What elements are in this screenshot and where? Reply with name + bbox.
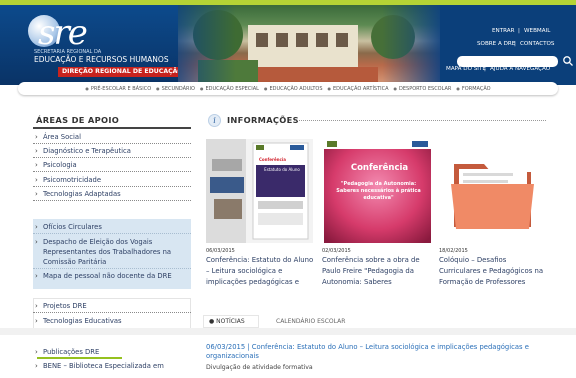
publicacoes-accent-bar [37,357,122,359]
tab-noticias-label: NOTÍCIAS [216,318,245,325]
news-link-1[interactable]: Conferência: Estatuto do Aluno – Leitura… [206,255,316,288]
logo-line2: DIREÇÃO REGIONAL DE EDUCAÇÃO [58,67,190,77]
sidebar-item-diagnostico[interactable]: Diagnóstico e Terapêutica [35,147,188,155]
mapa-site-link[interactable]: MAPA DO SITE [446,66,486,72]
news-image-3[interactable] [439,139,546,243]
sidebar-item-psicologia[interactable]: Psicologia [35,161,188,169]
nav-item-desporto-escolar[interactable]: DESPORTO ESCOLAR [394,86,451,92]
sidebar-item-label: Área Social [43,133,81,141]
links-separator: | [514,41,516,47]
oficios-circulares-link[interactable]: Ofícios Circulares [35,223,188,231]
sidebar-item-label: Psicologia [43,161,77,169]
main-nav: PRÉ-ESCOLAR E BÁSICO SECUNDÁRIO EDUCAÇÃO… [18,82,558,95]
links-separator: | [484,66,486,72]
sobre-dre-link[interactable]: SOBRE A DRE [477,41,515,47]
links-separator: | [518,28,520,34]
divider [33,143,191,144]
page: sre SECRETARIA REGIONAL DA EDUCAÇÃO E RE… [0,0,576,378]
news-image-2-subtitle: "Pedagogia da Autonomia: Saberes necessá… [336,181,421,201]
news-image-1-title: Conferência [259,157,286,162]
tabs-divider-strip [0,328,576,335]
logo[interactable]: sre SECRETARIA REGIONAL DA EDUCAÇÃO E RE… [0,5,190,85]
header-photo-overlay [178,5,440,85]
oficios-item-mapa-pessoal[interactable]: Mapa de pessoal não docente da DRE [35,272,188,280]
sidebar-item-psicomotricidade[interactable]: Psicomotricidade [35,176,188,184]
tab-calendario-escolar[interactable]: CALENDÁRIO ESCOLAR [276,318,345,325]
sidebar-item-label: Publicações DRE [43,348,100,356]
news-date-2: 02/03/2015 [322,248,351,254]
informacoes-divider [294,120,546,121]
divider [33,157,191,158]
folder-icon [439,139,546,243]
divider [33,268,191,269]
noticia-description: Divulgação de atividade formativa [206,364,313,371]
sidebar-item-label: Tecnologias Adaptadas [43,190,121,198]
news-image-1[interactable]: Conferência Estatuto do Aluno [206,139,313,243]
search-icon[interactable] [562,55,574,67]
oficios-item-label: Despacho de Eleição dos Vogais Represent… [43,238,172,266]
nav-item-educacao-adultos[interactable]: EDUCAÇÃO ADULTOS [264,86,322,92]
areas-title-underline [33,127,191,129]
news-link-2[interactable]: Conferência sobre a obra de Paulo Freire… [322,255,432,288]
oficios-title: Ofícios Circulares [43,223,102,231]
logo-line1: EDUCAÇÃO E RECURSOS HUMANOS [34,55,169,64]
logo-wordmark: sre [38,13,88,53]
nav-item-pre-escolar[interactable]: PRÉ-ESCOLAR E BÁSICO [85,86,151,92]
informacoes-title: INFORMAÇÕES [227,115,299,125]
divider [33,171,191,172]
divider [33,186,191,187]
news-image-1-subtitle: Estatuto do Aluno [264,167,300,172]
nav-item-educacao-especial[interactable]: EDUCAÇÃO ESPECIAL [200,86,259,92]
divider [33,312,191,313]
nav-item-secundario[interactable]: SECUNDÁRIO [156,86,195,92]
sidebar-item-projetos-dre[interactable]: Projetos DRE [35,302,188,310]
news-link-3[interactable]: Colóquio – Desafios Curriculares e Pedag… [439,255,549,288]
sidebar-item-label: Psicomotricidade [43,176,102,184]
news-image-2[interactable]: Conferência "Pedagogia da Autonomia: Sab… [324,139,431,243]
sidebar-item-publicacoes[interactable]: Publicações DRE [35,348,188,356]
sidebar-item-label: Tecnologias Educativas [43,317,122,325]
sidebar-item-label: Projetos DRE [43,302,87,310]
entrar-link[interactable]: ENTRAR [492,28,515,34]
sidebar-item-label: Diagnóstico e Terapêutica [43,147,131,155]
divider [33,200,191,201]
ajuda-navegacao-link[interactable]: AJUDA À NAVEGAÇÃO [490,66,550,72]
sidebar-item-area-social[interactable]: Área Social [35,133,188,141]
news-date-1: 06/03/2015 [206,248,235,254]
contactos-link[interactable]: CONTACTOS [520,41,554,47]
areas-apoio-title: ÁREAS DE APOIO [36,115,120,125]
nav-item-formacao[interactable]: FORMAÇÃO [456,86,491,92]
info-icon: i [208,114,221,127]
oficios-item-despacho[interactable]: Despacho de Eleição dos Vogais Represent… [35,237,188,267]
sidebar-item-label: BENE – Biblioteca Especializada em [43,362,164,370]
sidebar-item-tecnologias-educativas[interactable]: Tecnologias Educativas [35,317,188,325]
webmail-link[interactable]: WEBMAIL [524,28,550,34]
sidebar-item-tecnologias-adaptadas[interactable]: Tecnologias Adaptadas [35,190,188,198]
news-date-3: 18/02/2015 [439,248,468,254]
tab-noticias[interactable]: ● NOTÍCIAS [203,315,259,328]
oficios-item-label: Mapa de pessoal não docente da DRE [43,272,172,280]
nav-item-educacao-artistica[interactable]: EDUCAÇÃO ARTÍSTICA [328,86,389,92]
news-image-2-title: Conferência [350,163,409,173]
divider [33,233,191,234]
header: sre SECRETARIA REGIONAL DA EDUCAÇÃO E RE… [0,5,576,85]
sidebar-item-bene[interactable]: BENE – Biblioteca Especializada em [35,362,188,370]
noticia-link[interactable]: 06/03/2015 | Conferência: Estatuto do Al… [206,343,546,361]
